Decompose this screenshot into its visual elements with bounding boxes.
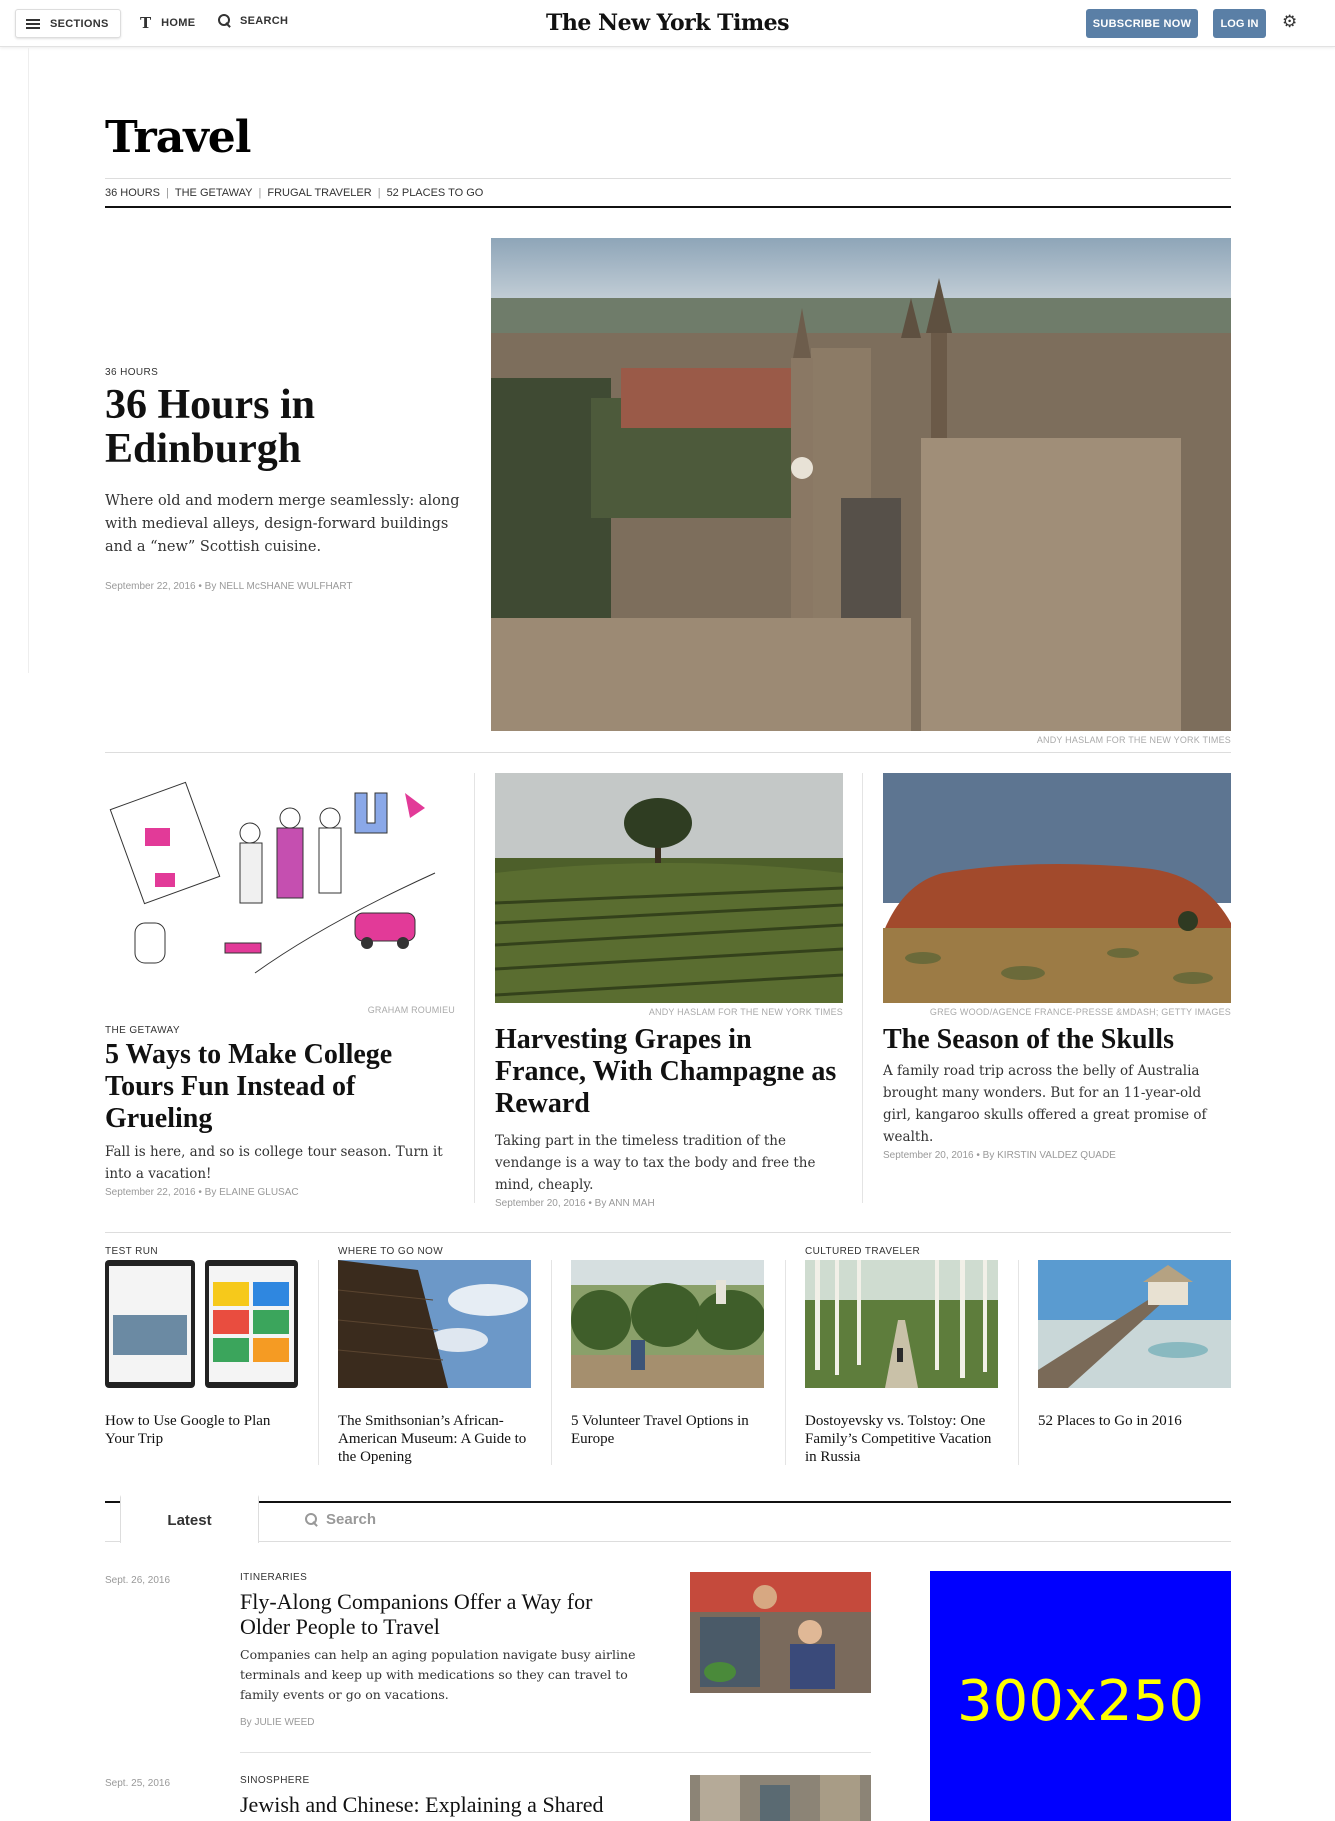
mini-kicker[interactable]: WHERE TO GO NOW — [338, 1246, 531, 1260]
article-kicker[interactable]: ITINERARIES — [240, 1572, 307, 1583]
article-date: Sept. 26, 2016 — [105, 1575, 171, 1586]
story-byline: September 20, 2016 • By ANN MAH — [495, 1198, 655, 1209]
nyt-t-icon: T — [140, 14, 152, 32]
article-headline[interactable]: Jewish and Chinese: Explaining a Shared … — [240, 1792, 640, 1821]
hamburger-icon — [26, 18, 40, 29]
lead-image-edinburgh[interactable] — [491, 238, 1231, 731]
column-divider — [862, 773, 863, 1203]
divider — [105, 1541, 1231, 1542]
section-subnav: 36 HOURS | THE GETAWAY | FRUGAL TRAVELER… — [105, 187, 483, 199]
divider — [105, 1232, 1231, 1233]
article-thumbnail[interactable] — [690, 1775, 871, 1821]
subnav-item-36-hours[interactable]: 36 HOURS — [105, 187, 160, 199]
story-headline[interactable]: The Season of the Skulls — [883, 1024, 1231, 1056]
tab-search[interactable]: Search — [305, 1511, 376, 1528]
column-divider — [474, 773, 475, 1203]
search-icon — [305, 1513, 318, 1526]
mini-kicker[interactable]: TEST RUN — [105, 1246, 298, 1260]
subnav-item-the-getaway[interactable]: THE GETAWAY — [175, 187, 253, 199]
subscribe-button[interactable]: SUBSCRIBE NOW — [1086, 9, 1198, 38]
column-divider — [785, 1260, 786, 1465]
login-button[interactable]: LOG IN — [1213, 9, 1266, 38]
page-title: Travel — [105, 112, 252, 163]
nyt-logo[interactable]: The New York Times — [546, 10, 790, 36]
story-byline: September 20, 2016 • By KIRSTIN VALDEZ Q… — [883, 1150, 1116, 1161]
image-credit: ANDY HASLAM FOR THE NEW YORK TIMES — [648, 1007, 843, 1017]
article-summary: Companies can help an aging population n… — [240, 1647, 636, 1702]
home-label: HOME — [161, 17, 196, 29]
divider — [105, 1501, 1231, 1503]
mini-story-smithsonian: WHERE TO GO NOW The Smithsonian’s Africa… — [338, 1246, 531, 1466]
ad-300x250[interactable]: 300x250 — [930, 1571, 1231, 1821]
divider — [105, 752, 1231, 753]
lead-byline: September 22, 2016 • By NELL McSHANE WUL… — [105, 581, 353, 592]
mini-headline[interactable]: How to Use Google to Plan Your Trip — [105, 1412, 298, 1448]
mini-story-google-trip: TEST RUN How to Use Google to Plan Your … — [105, 1246, 298, 1448]
column-divider — [1018, 1260, 1019, 1465]
story-headline[interactable]: 5 Ways to Make College Tours Fun Instead… — [105, 1039, 455, 1135]
lead-summary: Where old and modern merge seamlessly: a… — [105, 493, 460, 555]
photo-museum[interactable] — [338, 1260, 531, 1388]
mini-kicker[interactable] — [1038, 1246, 1231, 1260]
mini-headline[interactable]: The Smithsonian’s African-American Museu… — [338, 1412, 531, 1466]
story-college-tours: GRAHAM ROUMIEU THE GETAWAY 5 Ways to Mak… — [105, 773, 455, 1198]
photo-uluru[interactable] — [883, 773, 1231, 1003]
article-kicker[interactable]: SINOSPHERE — [240, 1775, 310, 1786]
subnav-item-52-places[interactable]: 52 PLACES TO GO — [387, 187, 484, 199]
masthead: SECTIONS T HOME SEARCH The New York Time… — [0, 0, 1335, 47]
divider — [240, 1752, 871, 1753]
story-summary: A family road trip across the belly of A… — [883, 1063, 1207, 1145]
subnav-separator: | — [166, 187, 169, 199]
story-kicker[interactable]: THE GETAWAY — [105, 1025, 455, 1036]
article-thumbnail[interactable] — [690, 1572, 871, 1693]
mini-headline[interactable]: 5 Volunteer Travel Options in Europe — [571, 1412, 764, 1448]
illustration-college-tours[interactable] — [105, 773, 455, 1001]
tab-search-label: Search — [326, 1511, 377, 1528]
mini-story-52-places: 52 Places to Go in 2016 — [1038, 1246, 1231, 1430]
search-button[interactable]: SEARCH — [218, 14, 288, 27]
search-icon — [218, 14, 231, 27]
mini-headline[interactable]: Dostoyevsky vs. Tolstoy: One Family’s Co… — [805, 1412, 998, 1466]
photo-vineyard[interactable] — [495, 773, 843, 1003]
mini-story-volunteer: 5 Volunteer Travel Options in Europe — [571, 1246, 764, 1448]
subnav-separator: | — [377, 187, 381, 199]
story-byline: September 22, 2016 • By ELAINE GLUSAC — [105, 1187, 299, 1198]
lead-kicker[interactable]: 36 HOURS — [105, 367, 158, 378]
image-credit: GREG WOOD/AGENCE FRANCE-PRESSE &MDASH; G… — [929, 1007, 1231, 1017]
photo-volunteers[interactable] — [571, 1260, 764, 1388]
subnav-item-frugal-traveler[interactable]: FRUGAL TRAVELER — [267, 187, 371, 199]
mini-story-russia: CULTURED TRAVELER Dostoyevsky vs. Tolsto… — [805, 1246, 998, 1466]
story-summary: Fall is here, and so is college tour sea… — [105, 1144, 443, 1182]
column-divider — [551, 1260, 552, 1465]
gear-icon[interactable]: ⚙ — [1282, 14, 1298, 31]
mini-kicker[interactable]: CULTURED TRAVELER — [805, 1246, 998, 1260]
tab-latest[interactable]: Latest — [120, 1495, 259, 1543]
article-headline[interactable]: Fly-Along Companions Offer a Way for Old… — [240, 1589, 640, 1639]
left-divider — [28, 48, 29, 673]
photo-birch-forest[interactable] — [805, 1260, 998, 1388]
photo-pier[interactable] — [1038, 1260, 1231, 1388]
sections-label: SECTIONS — [50, 17, 109, 30]
image-credit: GRAHAM ROUMIEU — [367, 1005, 455, 1015]
column-divider — [318, 1260, 319, 1465]
search-label: SEARCH — [240, 14, 289, 27]
article-byline: By JULIE WEED — [240, 1717, 315, 1728]
article-date: Sept. 25, 2016 — [105, 1778, 171, 1789]
divider — [105, 178, 1231, 179]
mini-kicker[interactable] — [571, 1246, 764, 1260]
mini-headline[interactable]: 52 Places to Go in 2016 — [1038, 1412, 1231, 1430]
subnav-separator: | — [258, 187, 262, 199]
story-grapes: ANDY HASLAM FOR THE NEW YORK TIMES Harve… — [495, 773, 843, 1209]
photo-phones[interactable] — [105, 1260, 298, 1388]
lead-headline[interactable]: 36 Hours in Edinburgh — [105, 383, 455, 471]
story-summary: Taking part in the timeless tradition of… — [495, 1133, 816, 1193]
sections-button[interactable]: SECTIONS — [15, 9, 121, 38]
story-skulls: GREG WOOD/AGENCE FRANCE-PRESSE &MDASH; G… — [883, 773, 1231, 1161]
lead-image-credit: ANDY HASLAM FOR THE NEW YORK TIMES — [1036, 735, 1231, 745]
story-headline[interactable]: Harvesting Grapes in France, With Champa… — [495, 1024, 843, 1120]
home-button[interactable]: T HOME — [140, 14, 195, 32]
divider — [105, 206, 1231, 208]
